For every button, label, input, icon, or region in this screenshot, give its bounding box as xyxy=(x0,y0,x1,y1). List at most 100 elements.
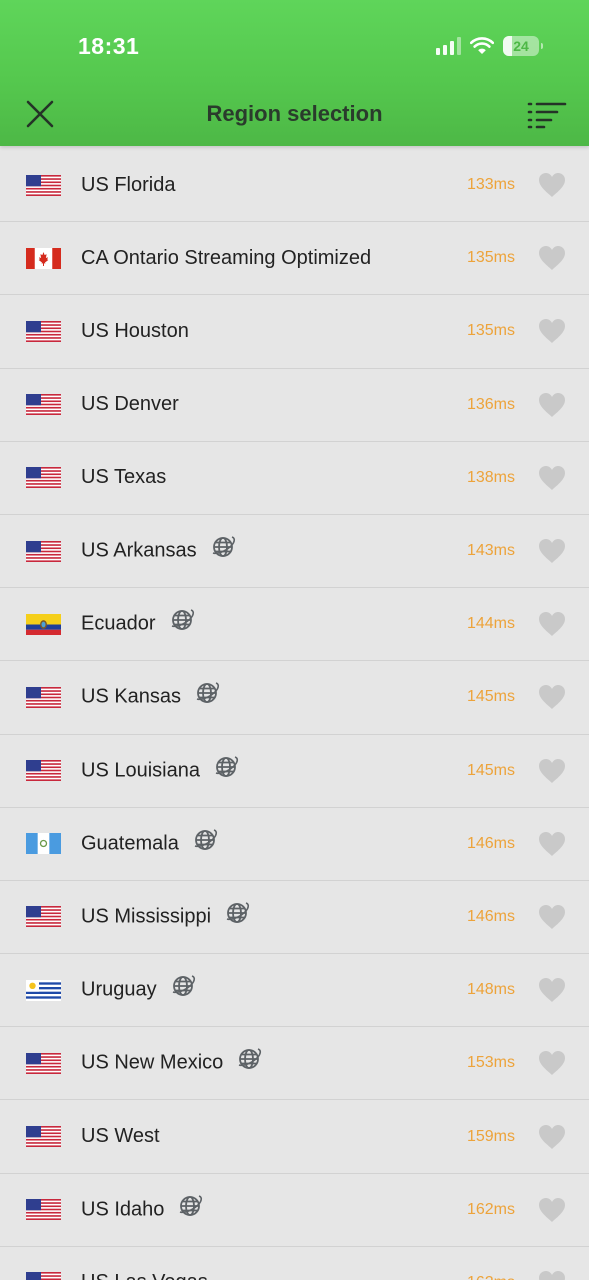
flag-ec-icon xyxy=(26,613,61,635)
region-name: US West xyxy=(81,1125,160,1148)
region-latency: 146ms xyxy=(466,907,515,925)
flag-us-icon xyxy=(26,760,61,782)
globe-icon xyxy=(195,679,221,711)
region-list: US Florida 133ms CA Ontario Streaming Opti… xyxy=(0,149,589,1280)
heart-icon[interactable] xyxy=(538,1270,566,1280)
globe-icon xyxy=(225,899,251,931)
region-row[interactable]: US Houston 135ms xyxy=(0,295,589,369)
heart-icon[interactable] xyxy=(538,684,566,710)
heart-icon[interactable] xyxy=(538,318,566,344)
region-name: US Kansas xyxy=(81,682,221,711)
heart-icon[interactable] xyxy=(538,465,566,491)
heart-icon[interactable] xyxy=(538,538,566,564)
region-name-text: Guatemala xyxy=(81,832,179,855)
region-row[interactable]: Guatemala 146ms xyxy=(0,808,589,881)
battery-level: 24 xyxy=(513,38,529,54)
region-row[interactable]: US Kansas 145ms xyxy=(0,661,589,735)
region-row[interactable]: US Mississippi 146ms xyxy=(0,881,589,955)
region-name: CA Ontario Streaming Optimized xyxy=(81,247,371,270)
flag-us-icon xyxy=(26,320,61,342)
region-row[interactable]: US West 159ms xyxy=(0,1100,589,1174)
heart-icon[interactable] xyxy=(538,1124,566,1150)
page-title: Region selection xyxy=(206,101,383,126)
heart-icon[interactable] xyxy=(538,172,566,198)
flag-us-icon xyxy=(26,1272,61,1280)
flag-us-icon xyxy=(26,467,61,489)
flag-us-icon xyxy=(26,1052,61,1074)
region-row[interactable]: US New Mexico 153ms xyxy=(0,1027,589,1101)
heart-icon[interactable] xyxy=(538,611,566,637)
app-header: 18:31 24 Region selection xyxy=(0,0,589,146)
region-name: US Mississippi xyxy=(81,902,251,931)
flag-us-icon xyxy=(26,1126,61,1148)
region-latency: 153ms xyxy=(466,1054,515,1072)
region-name-text: US Louisiana xyxy=(81,758,200,781)
region-name-text: US Texas xyxy=(81,466,167,489)
region-row[interactable]: US Idaho 162ms xyxy=(0,1174,589,1247)
region-name: Ecuador xyxy=(81,609,196,638)
region-row[interactable]: CA Ontario Streaming Optimized 135ms xyxy=(0,222,589,296)
region-latency: 135ms xyxy=(466,322,515,340)
region-row[interactable]: US Denver 136ms xyxy=(0,369,589,442)
battery-icon: 24 xyxy=(503,36,543,56)
heart-icon[interactable] xyxy=(538,831,566,857)
region-name: US Denver xyxy=(81,393,179,416)
flag-ca-icon xyxy=(26,247,61,269)
region-name: Guatemala xyxy=(81,829,219,858)
globe-icon xyxy=(178,1192,204,1224)
globe-icon xyxy=(214,753,240,785)
flag-uy-icon xyxy=(26,979,61,1001)
cellular-signal-icon xyxy=(436,37,461,55)
heart-icon[interactable] xyxy=(538,392,566,418)
globe-icon xyxy=(170,606,196,638)
region-latency: 135ms xyxy=(466,249,515,267)
region-name: US Houston xyxy=(81,320,189,343)
region-latency: 146ms xyxy=(466,834,515,852)
flag-us-icon xyxy=(26,394,61,416)
status-icons: 24 xyxy=(436,36,543,56)
region-latency: 145ms xyxy=(466,761,515,779)
flag-us-icon xyxy=(26,540,61,562)
heart-icon[interactable] xyxy=(538,1050,566,1076)
flag-us-icon xyxy=(26,1199,61,1221)
region-row[interactable]: US Las Vegas 162ms xyxy=(0,1247,589,1280)
heart-icon[interactable] xyxy=(538,977,566,1003)
region-name: US Idaho xyxy=(81,1194,204,1224)
region-row[interactable]: US Florida 133ms xyxy=(0,149,589,223)
region-name-text: US West xyxy=(81,1125,160,1148)
region-name-text: US Denver xyxy=(81,393,179,416)
region-latency: 162ms xyxy=(467,1274,515,1280)
globe-icon xyxy=(171,972,197,1004)
region-name: US Arkansas xyxy=(81,536,237,565)
status-time: 18:31 xyxy=(78,33,140,59)
region-latency: 159ms xyxy=(466,1127,515,1145)
flag-us-icon xyxy=(26,686,61,708)
region-latency: 133ms xyxy=(466,176,515,194)
heart-icon[interactable] xyxy=(538,904,566,930)
region-name-text: CA Ontario Streaming Optimized xyxy=(81,246,372,269)
region-row[interactable]: US Arkansas 143ms xyxy=(0,515,589,589)
region-name-text: US New Mexico xyxy=(81,1051,224,1074)
region-row[interactable]: Uruguay 148ms xyxy=(0,954,589,1028)
heart-icon[interactable] xyxy=(538,1197,566,1223)
region-latency: 145ms xyxy=(466,688,515,706)
flag-us-icon xyxy=(26,174,61,196)
globe-icon xyxy=(193,826,219,858)
flag-us-icon xyxy=(26,906,61,928)
region-name: US New Mexico xyxy=(81,1048,263,1077)
sort-icon[interactable] xyxy=(526,101,568,129)
region-latency: 136ms xyxy=(466,395,515,413)
region-row[interactable]: Ecuador 144ms xyxy=(0,588,589,662)
region-name: US Florida xyxy=(81,174,175,197)
region-name: US Louisiana xyxy=(81,755,240,785)
region-latency: 144ms xyxy=(466,615,515,633)
region-name-text: Ecuador xyxy=(81,612,156,635)
region-name: US Las Vegas xyxy=(81,1271,208,1280)
heart-icon[interactable] xyxy=(538,245,566,271)
region-name-text: US Mississippi xyxy=(81,905,212,928)
region-latency: 143ms xyxy=(466,542,515,560)
region-name-text: US Houston xyxy=(81,319,189,342)
heart-icon[interactable] xyxy=(538,758,566,784)
region-row[interactable]: US Louisiana 145ms xyxy=(0,735,589,808)
region-row[interactable]: US Texas 138ms xyxy=(0,442,589,515)
